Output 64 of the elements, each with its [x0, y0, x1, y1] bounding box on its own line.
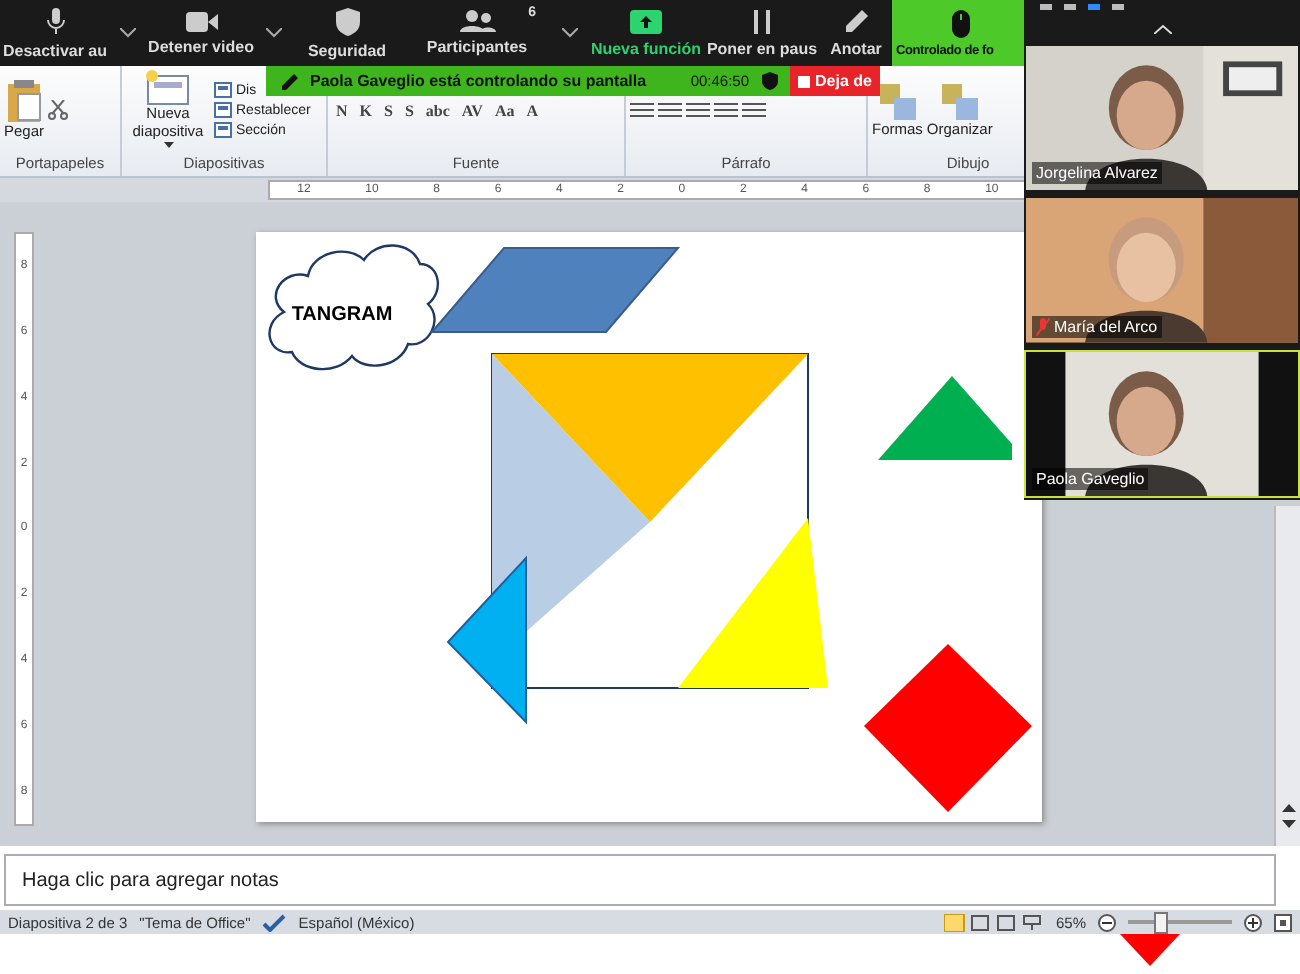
- caret-icon: [266, 28, 282, 38]
- pen-icon: [282, 73, 298, 89]
- video-button[interactable]: Detener video: [146, 0, 256, 66]
- format-button[interactable]: K: [355, 101, 377, 119]
- caret-icon: [163, 141, 173, 150]
- participant-name: Paola Gaveglio: [1036, 469, 1145, 488]
- upload-icon: [630, 9, 662, 33]
- triangle-pointer: [1120, 934, 1180, 966]
- view-icons-drawing[interactable]: [943, 913, 1044, 931]
- fit-window-icon[interactable]: [1274, 913, 1292, 931]
- new-button[interactable]: Nueva función: [588, 0, 704, 66]
- mic-button[interactable]: Desactivar au: [0, 0, 110, 66]
- format-button[interactable]: S: [380, 101, 397, 119]
- spellcheck-icon[interactable]: [262, 913, 287, 931]
- pause-button[interactable]: Poner en paus: [704, 0, 820, 66]
- slider-thumb[interactable]: [1153, 911, 1168, 933]
- video-tile[interactable]: Jorgelina Alvarez: [1024, 44, 1300, 193]
- scroll-up-icon: [1281, 802, 1295, 814]
- notes-field[interactable]: Haga clic para agregar notas: [4, 854, 1276, 906]
- mouse-icon: [951, 9, 969, 37]
- pause-icon: [752, 9, 772, 33]
- video-tile[interactable]: María del Arco: [1024, 196, 1300, 346]
- cloud-text: TANGRAM: [291, 304, 393, 326]
- align-icon[interactable]: [742, 101, 766, 119]
- people-icon: [459, 10, 495, 32]
- shapes-icon: [939, 81, 980, 122]
- microphone-icon: [45, 7, 65, 35]
- layout-icon: [214, 102, 232, 118]
- caret-icon: [120, 28, 136, 38]
- zoom-in-icon[interactable]: [1244, 913, 1262, 931]
- triangle: [878, 376, 1012, 460]
- camera-icon: [185, 11, 217, 31]
- collapse-icon[interactable]: [1153, 23, 1171, 34]
- format-button[interactable]: abc: [421, 101, 454, 119]
- format-button[interactable]: Aa: [490, 101, 519, 119]
- slide-icon: [146, 70, 190, 107]
- layout-icon: [214, 82, 232, 98]
- shield-icon: [335, 7, 359, 35]
- participant-name: Jorgelina Alvarez: [1036, 164, 1158, 183]
- stop-button[interactable]: Deja de: [789, 66, 880, 96]
- layout-icon: [214, 122, 232, 138]
- banner-text: Paola Gaveglio está controlando su pantalla: [310, 72, 647, 90]
- shield-button[interactable]: Seguridad: [292, 0, 402, 66]
- align-icon[interactable]: [714, 101, 738, 119]
- stop-icon: [797, 75, 810, 87]
- scroll-down-icon: [1281, 818, 1295, 830]
- scissors-icon[interactable]: [48, 100, 69, 120]
- participant-name: María del Arco: [1054, 317, 1158, 336]
- video-tile[interactable]: Paola Gaveglio: [1024, 349, 1300, 498]
- caret-icon: [562, 28, 578, 38]
- pen-button[interactable]: Anotar: [820, 0, 892, 66]
- align-icon[interactable]: [630, 101, 654, 119]
- pen-icon: [844, 9, 868, 33]
- scrollbar[interactable]: [1274, 506, 1300, 846]
- zoom-out-icon[interactable]: [1098, 913, 1116, 931]
- format-button[interactable]: S: [400, 101, 418, 119]
- align-icon[interactable]: [658, 101, 682, 119]
- format-button[interactable]: A: [522, 101, 543, 119]
- shapes-icon: [877, 81, 918, 122]
- shield-icon: [761, 72, 778, 90]
- align-icon[interactable]: [686, 101, 710, 119]
- clipboard-icon: [6, 79, 42, 124]
- format-button[interactable]: AV: [457, 101, 487, 119]
- format-button[interactable]: N: [332, 101, 352, 119]
